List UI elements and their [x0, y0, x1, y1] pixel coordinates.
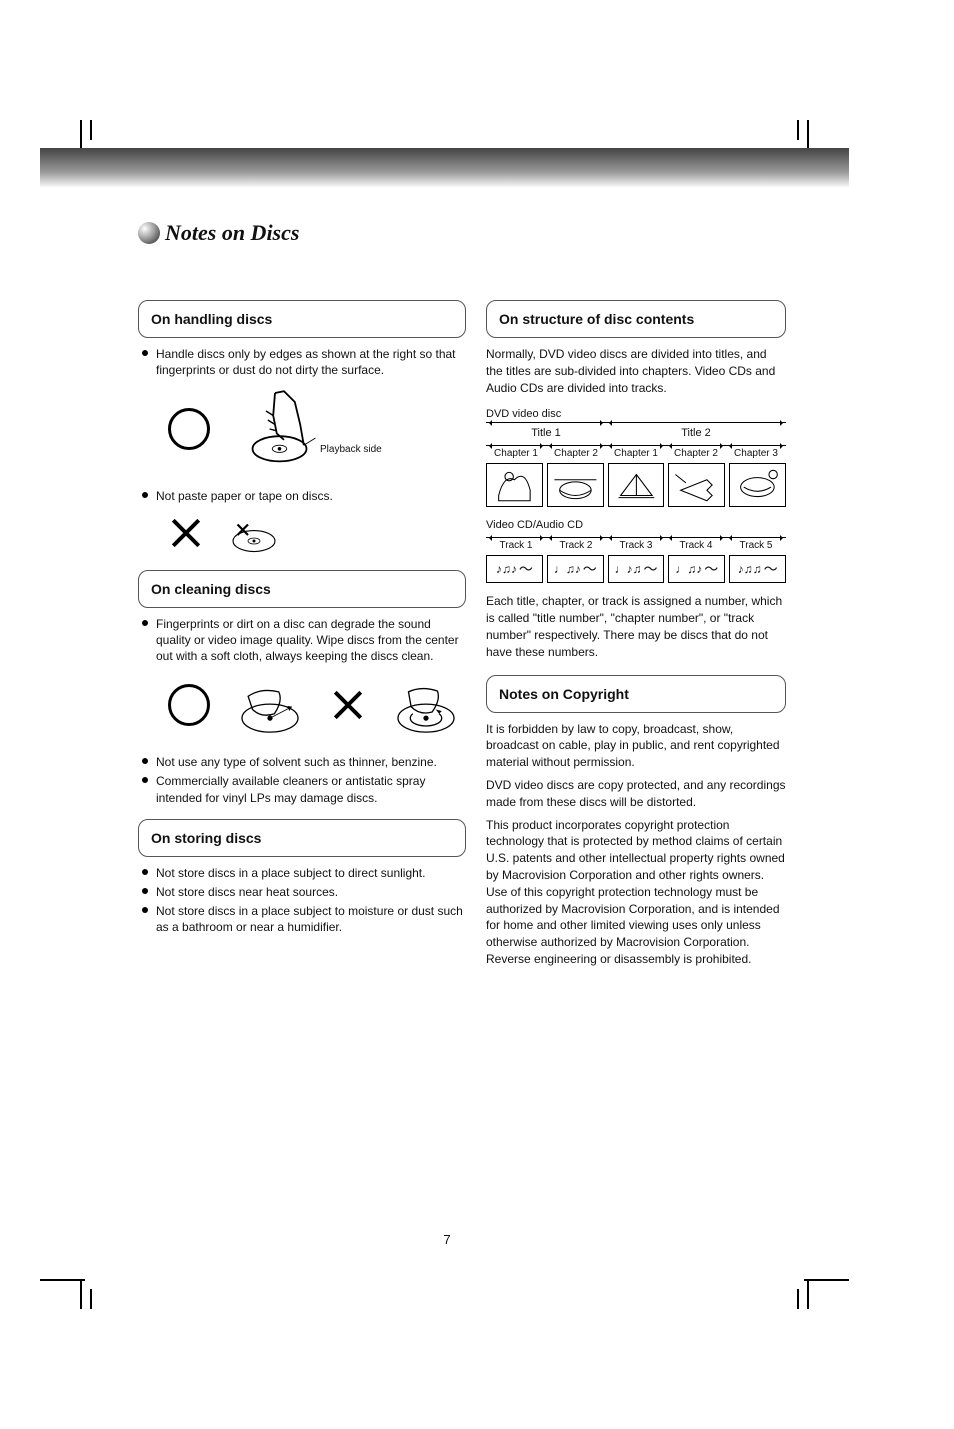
chapter-label: Chapter 1 — [486, 445, 546, 459]
track-cell: ♩♫♪〜 — [668, 555, 725, 583]
track-label: Track 2 — [546, 537, 606, 551]
chapter-thumb — [486, 463, 543, 507]
storing-text-2: Not store discs near heat sources. — [156, 884, 338, 900]
cleaning-text-1: Fingerprints or dirt on a disc can degra… — [156, 616, 466, 665]
chapter-thumb — [547, 463, 604, 507]
cleaning-bullet-3: Commercially available cleaners or antis… — [138, 773, 466, 805]
section-heading-storing: On storing discs — [138, 819, 466, 857]
right-column: On structure of disc contents Normally, … — [486, 300, 786, 968]
copyright-para-1: It is forbidden by law to copy, broadcas… — [486, 721, 786, 771]
cleaning-bullet-2: Not use any type of solvent such as thin… — [138, 754, 466, 770]
chapter-thumb — [608, 463, 665, 507]
playback-side-label: Playback side — [320, 444, 382, 455]
storing-bullet-2: Not store discs near heat sources. — [138, 884, 466, 900]
handling-figure-good: Playback side — [168, 384, 466, 474]
track-cell: ♩♪♫〜 — [608, 555, 665, 583]
track-label: Track 3 — [606, 537, 666, 551]
dvd-structure-diagram: DVD video disc Title 1 Title 2 Chapter 1… — [486, 408, 786, 507]
track-label: Track 4 — [666, 537, 726, 551]
cd-structure-diagram: Video CD/Audio CD Track 1 Track 2 Track … — [486, 519, 786, 583]
track-cell: ♪♫♪〜 — [486, 555, 543, 583]
disc-tape-icon — [224, 511, 284, 556]
left-column: On handling discs Handle discs only by e… — [138, 300, 466, 968]
cleaning-text-2: Not use any type of solvent such as thin… — [156, 754, 437, 770]
title-2-label: Title 2 — [606, 422, 786, 439]
storing-text-1: Not store discs in a place subject to di… — [156, 865, 425, 881]
copyright-para-2: DVD video discs are copy protected, and … — [486, 777, 786, 811]
page-number: 7 — [0, 1232, 894, 1247]
content-columns: On handling discs Handle discs only by e… — [138, 300, 786, 968]
handling-bullet-2: Not paste paper or tape on discs. — [138, 488, 466, 504]
track-cell: ♩♫♪〜 — [547, 555, 604, 583]
chapter-thumb — [729, 463, 786, 507]
copyright-para-3: This product incorporates copyright prot… — [486, 817, 786, 968]
wipe-circular-icon — [386, 670, 466, 740]
dvd-label: DVD video disc — [486, 408, 786, 420]
header-gradient — [40, 148, 849, 188]
handling-figure-bad — [168, 511, 466, 556]
wipe-radial-icon — [230, 670, 310, 740]
section-heading-cleaning: On cleaning discs — [138, 570, 466, 608]
cleaning-text-3: Commercially available cleaners or antis… — [156, 773, 466, 805]
storing-bullet-1: Not store discs in a place subject to di… — [138, 865, 466, 881]
hand-holding-disc-icon — [230, 384, 320, 474]
storing-bullet-3: Not store discs in a place subject to mo… — [138, 903, 466, 935]
cross-icon — [330, 687, 366, 723]
chapter-thumb — [668, 463, 725, 507]
chapter-label: Chapter 1 — [606, 445, 666, 459]
cleaning-bullet-1: Fingerprints or dirt on a disc can degra… — [138, 616, 466, 665]
chapter-label: Chapter 3 — [726, 445, 786, 459]
track-cell: ♪♫♫〜 — [729, 555, 786, 583]
section-heading-copyright: Notes on Copyright — [486, 675, 786, 713]
ok-circle-icon — [168, 684, 210, 726]
handling-bullet-1: Handle discs only by edges as shown at t… — [138, 346, 466, 378]
track-label: Track 1 — [486, 537, 546, 551]
section-heading-structure: On structure of disc contents — [486, 300, 786, 338]
cd-label: Video CD/Audio CD — [486, 519, 786, 531]
chapter-label: Chapter 2 — [546, 445, 606, 459]
storing-text-3: Not store discs in a place subject to mo… — [156, 903, 466, 935]
title-1-label: Title 1 — [486, 422, 606, 439]
page-title: Notes on Discs — [165, 220, 299, 246]
cleaning-figure — [168, 670, 466, 740]
section-heading-handling: On handling discs — [138, 300, 466, 338]
structure-para-2: Each title, chapter, or track is assigne… — [486, 593, 786, 660]
structure-para: Normally, DVD video discs are divided in… — [486, 346, 786, 396]
cross-icon — [168, 515, 204, 551]
chapter-label: Chapter 2 — [666, 445, 726, 459]
section-bullet-sphere — [138, 222, 160, 244]
handling-text-1: Handle discs only by edges as shown at t… — [156, 346, 466, 378]
handling-text-2: Not paste paper or tape on discs. — [156, 488, 333, 504]
track-label: Track 5 — [726, 537, 786, 551]
ok-circle-icon — [168, 408, 210, 450]
